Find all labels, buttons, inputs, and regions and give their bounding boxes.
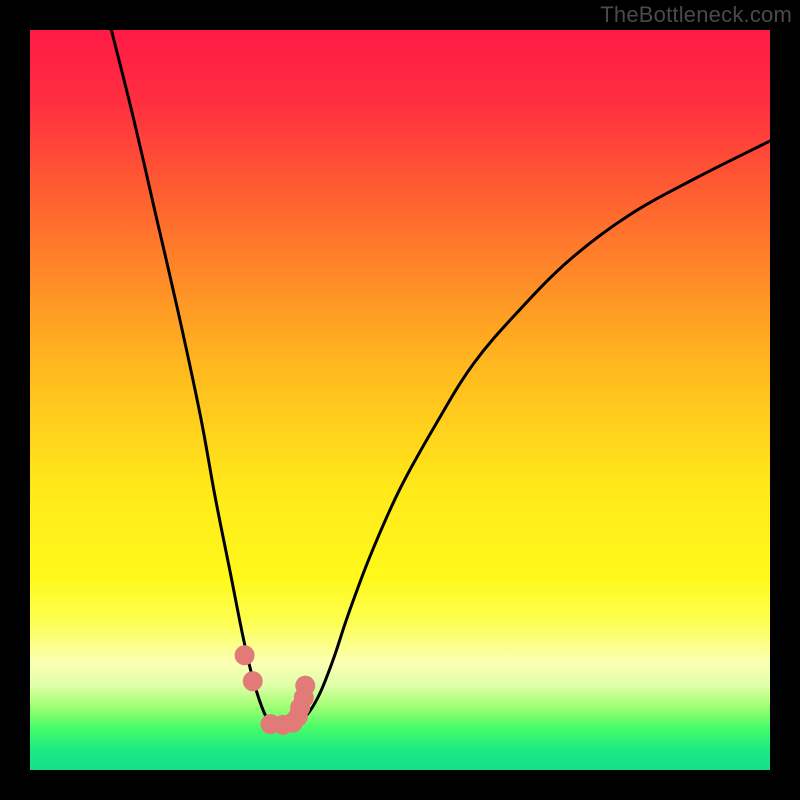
- marker-dot: [235, 645, 255, 665]
- watermark-text: TheBottleneck.com: [600, 2, 792, 28]
- marker-dot: [243, 671, 263, 691]
- plot-area: [30, 30, 770, 770]
- chart-frame: TheBottleneck.com: [0, 0, 800, 800]
- bottleneck-chart: [30, 30, 770, 770]
- marker-dot: [295, 676, 315, 696]
- gradient-background: [30, 30, 770, 770]
